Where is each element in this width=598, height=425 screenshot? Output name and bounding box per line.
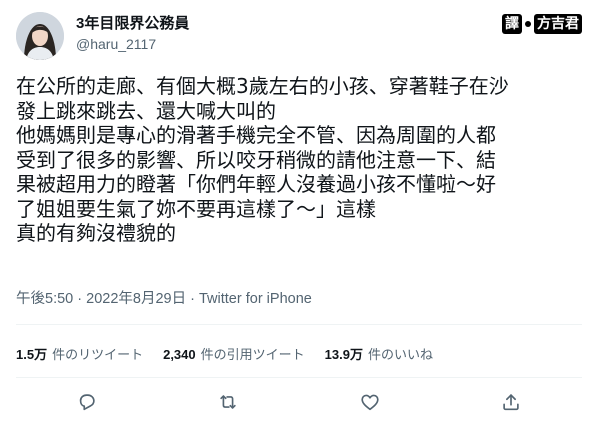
- user-handle[interactable]: @haru_2117: [76, 34, 189, 54]
- tweet-text-line: 真的有夠沒禮貌的: [16, 221, 176, 245]
- meta-separator: ·: [190, 291, 195, 307]
- retweet-button[interactable]: [211, 385, 245, 419]
- like-count-value: 13.9万: [324, 346, 363, 362]
- tweet-text-line: 在公所的走廊、有個大概3歲左右的小孩、穿著鞋子在沙: [16, 74, 509, 98]
- tweet-header: 3年目限界公務員 @haru_2117 譯 方吉君: [16, 12, 582, 62]
- quote-tweet-count[interactable]: 2,340 件の引用ツイート: [163, 344, 305, 363]
- divider: [16, 324, 582, 325]
- tweet-date[interactable]: 2022年8月29日: [86, 291, 186, 307]
- like-count-label: 件のいいね: [367, 346, 433, 362]
- retweet-icon: [220, 395, 236, 409]
- quote-tweet-count-value: 2,340: [163, 346, 196, 362]
- translator-stamp-right: 方吉君: [534, 14, 582, 34]
- share-icon: [503, 394, 519, 411]
- tweet-meta: 午後5:50 · 2022年8月29日 · Twitter for iPhone: [16, 289, 312, 309]
- translator-stamp: 譯 方吉君: [502, 14, 582, 34]
- like-count[interactable]: 13.9万 件のいいね: [325, 344, 433, 363]
- translator-stamp-left: 譯: [502, 14, 522, 34]
- like-icon: [361, 394, 379, 411]
- tweet-text-line: 發上跳來跳去、還大喊大叫的: [16, 98, 276, 123]
- tweet-text-line: 他媽媽則是專心的滑著手機完全不管、因為周圍的人都: [16, 123, 496, 147]
- tweet-text-line: 了姐姐要生氣了妳不要再這樣了～」這樣: [16, 196, 376, 221]
- avatar[interactable]: [16, 12, 64, 60]
- tweet-text: 在公所的走廊、有個大概3歲左右的小孩、穿著鞋子在沙 發上跳來跳去、還大喊大叫的 …: [16, 74, 582, 246]
- user-info: 3年目限界公務員 @haru_2117: [76, 14, 189, 54]
- tweet: 3年目限界公務員 @haru_2117 譯 方吉君 在公所的走廊、有個大概3歲左…: [0, 0, 598, 425]
- quote-tweet-count-label: 件の引用ツイート: [200, 346, 305, 362]
- retweet-count-label: 件のリツイート: [52, 346, 144, 362]
- like-button[interactable]: [353, 385, 387, 419]
- tweet-actions: [16, 386, 582, 418]
- tweet-source[interactable]: Twitter for iPhone: [199, 291, 312, 307]
- divider: [16, 377, 582, 378]
- tweet-stats: 1.5万 件のリツイート 2,340 件の引用ツイート 13.9万 件のいいね: [16, 341, 433, 365]
- retweet-count[interactable]: 1.5万 件のリツイート: [16, 344, 143, 363]
- share-button[interactable]: [494, 385, 528, 419]
- display-name[interactable]: 3年目限界公務員: [76, 14, 189, 34]
- reply-button[interactable]: [70, 385, 104, 419]
- tweet-text-line: 受到了很多的影響、所以咬牙稍微的請他注意一下、結: [16, 147, 496, 172]
- retweet-count-value: 1.5万: [16, 346, 48, 362]
- tweet-time[interactable]: 午後5:50: [16, 291, 73, 307]
- meta-separator: ·: [77, 291, 83, 307]
- stamp-dot-icon: [525, 21, 531, 27]
- tweet-text-line: 果被超用力的瞪著「你們年輕人沒養過小孩不懂啦～好: [16, 172, 496, 196]
- reply-icon: [79, 394, 95, 411]
